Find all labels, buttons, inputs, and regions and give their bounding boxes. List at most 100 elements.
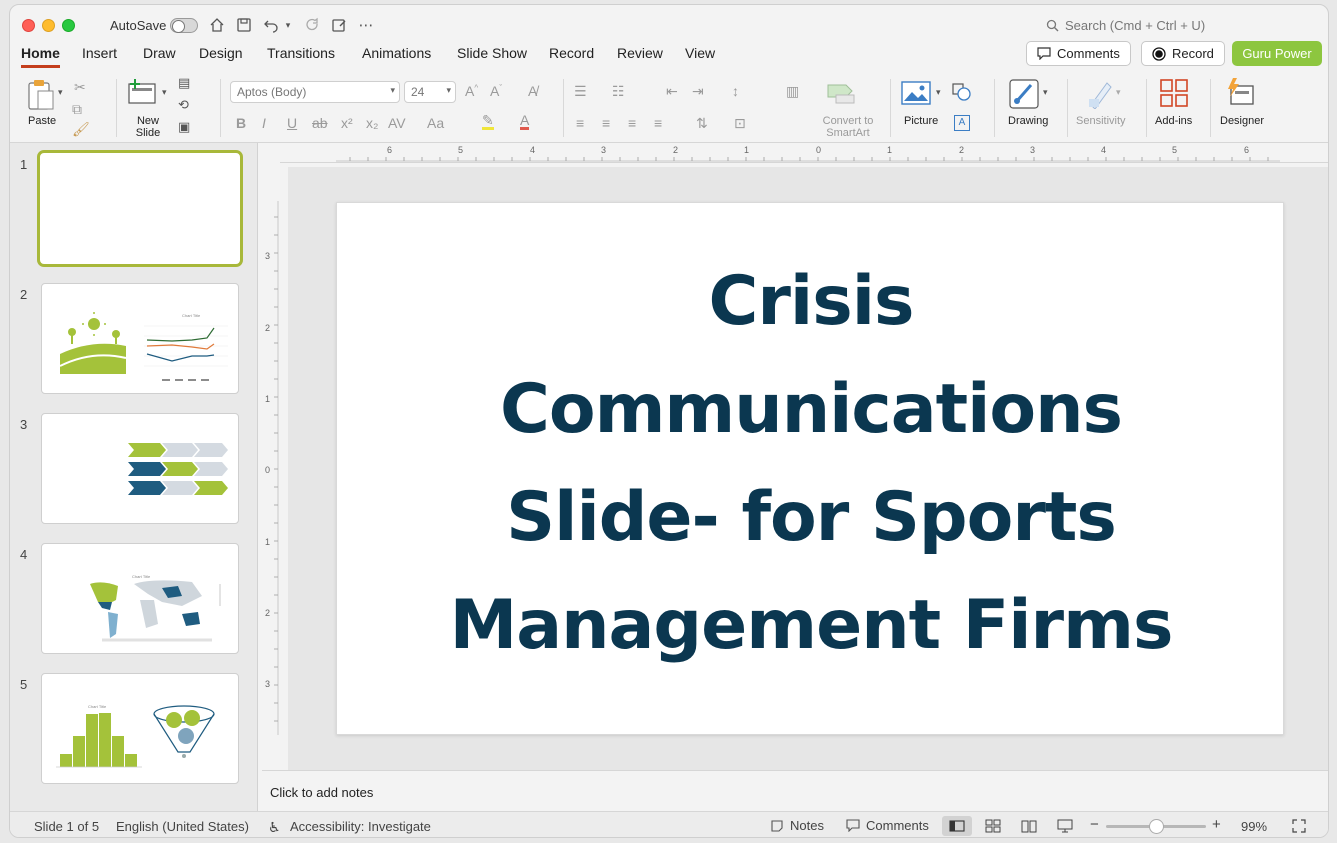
slide-show-view-button[interactable] bbox=[1050, 816, 1080, 836]
shapes-icon[interactable] bbox=[952, 83, 972, 104]
tab-design[interactable]: Design bbox=[199, 45, 243, 65]
slide-title[interactable]: Crisis Communications Slide- for Sports … bbox=[427, 248, 1195, 680]
section-icon[interactable]: ▣ bbox=[178, 119, 190, 135]
align-center-icon[interactable]: ≡ bbox=[602, 115, 610, 131]
more-options-icon[interactable]: ⋯ bbox=[356, 15, 376, 35]
drawing-dropdown-chevron-icon[interactable]: ▾ bbox=[1043, 87, 1048, 98]
normal-view-button[interactable] bbox=[942, 816, 972, 836]
tab-review[interactable]: Review bbox=[617, 45, 663, 65]
clear-formatting-icon[interactable]: A̸ bbox=[528, 83, 537, 99]
quick-save-icon[interactable] bbox=[329, 15, 349, 35]
numbering-icon[interactable]: ☷ bbox=[612, 83, 625, 100]
tab-record[interactable]: Record bbox=[549, 45, 594, 65]
undo-icon[interactable] bbox=[261, 15, 281, 35]
slide-thumbnail-4[interactable]: Chart Title bbox=[41, 543, 239, 654]
decrease-indent-icon[interactable]: ⇤ bbox=[666, 83, 678, 100]
layout-icon[interactable]: ▤ bbox=[178, 75, 190, 91]
align-left-icon[interactable]: ≡ bbox=[576, 115, 584, 131]
add-ins-icon[interactable] bbox=[1160, 79, 1188, 110]
accessibility-status[interactable]: Accessibility: Investigate bbox=[290, 819, 431, 834]
character-spacing-icon[interactable]: AV bbox=[388, 115, 406, 131]
text-box-icon[interactable]: A bbox=[954, 115, 970, 131]
slide-thumbnail-2[interactable]: Chart Title bbox=[41, 283, 239, 394]
notes-toggle-button[interactable]: Notes bbox=[770, 818, 824, 833]
underline-icon[interactable]: U bbox=[287, 115, 297, 131]
columns-icon[interactable]: ▥ bbox=[786, 83, 799, 100]
sensitivity-dropdown-chevron-icon[interactable]: ▾ bbox=[1116, 87, 1121, 98]
tab-animations[interactable]: Animations bbox=[362, 45, 431, 65]
slide-thumbnail-1[interactable] bbox=[37, 150, 243, 267]
strikethrough-icon[interactable]: ab bbox=[312, 115, 328, 131]
font-color-icon[interactable]: A bbox=[520, 113, 530, 130]
zoom-out-icon[interactable]: − bbox=[1090, 816, 1099, 833]
zoom-in-icon[interactable]: + bbox=[1212, 816, 1221, 833]
justify-icon[interactable]: ≡ bbox=[654, 115, 662, 131]
tab-home[interactable]: Home bbox=[21, 45, 60, 68]
align-text-icon[interactable]: ⊡ bbox=[734, 115, 746, 132]
highlight-color-icon[interactable]: ✎ bbox=[482, 113, 494, 130]
autosave-toggle[interactable] bbox=[170, 18, 198, 33]
sensitivity-icon[interactable] bbox=[1087, 79, 1113, 112]
cut-icon[interactable]: ✂ bbox=[74, 79, 86, 96]
close-window-button[interactable] bbox=[22, 19, 35, 32]
slide-sorter-view-button[interactable] bbox=[978, 816, 1008, 836]
picture-icon[interactable] bbox=[901, 81, 931, 108]
change-case-icon[interactable]: Aa bbox=[427, 115, 444, 131]
notes-pane[interactable]: Click to add notes bbox=[262, 770, 1328, 810]
new-slide-dropdown-chevron-icon[interactable]: ▾ bbox=[162, 87, 167, 98]
paste-icon[interactable] bbox=[26, 79, 56, 114]
tab-slide-show[interactable]: Slide Show bbox=[457, 45, 527, 65]
title-bar: AutoSave ▾ ⋯ Search (Cmd + Ctrl + U) bbox=[10, 5, 1328, 45]
undo-dropdown-chevron-icon[interactable]: ▾ bbox=[282, 15, 294, 35]
smartart-icon[interactable] bbox=[826, 81, 856, 108]
record-button[interactable]: Record bbox=[1141, 41, 1225, 66]
subscript-icon[interactable]: x₂ bbox=[366, 115, 378, 131]
picture-dropdown-chevron-icon[interactable]: ▾ bbox=[936, 87, 941, 98]
reading-view-button[interactable] bbox=[1014, 816, 1044, 836]
redo-icon[interactable] bbox=[302, 15, 322, 35]
comments-toggle-button[interactable]: Comments bbox=[846, 818, 929, 833]
italic-icon[interactable]: I bbox=[262, 115, 266, 131]
align-right-icon[interactable]: ≡ bbox=[628, 115, 636, 131]
paste-dropdown-chevron-icon[interactable]: ▾ bbox=[58, 87, 63, 98]
bullets-icon[interactable]: ☰ bbox=[574, 83, 587, 100]
search-box[interactable]: Search (Cmd + Ctrl + U) bbox=[1046, 18, 1205, 33]
guru-power-button[interactable]: Guru Power bbox=[1232, 41, 1322, 66]
designer-icon[interactable] bbox=[1225, 77, 1255, 110]
copy-icon[interactable]: ⧉ bbox=[72, 101, 82, 118]
current-slide[interactable]: Crisis Communications Slide- for Sports … bbox=[336, 202, 1284, 735]
bold-icon[interactable]: B bbox=[236, 115, 246, 131]
line-spacing-icon[interactable]: ↕ bbox=[732, 83, 739, 99]
superscript-icon[interactable]: x² bbox=[341, 115, 353, 131]
slide-thumbnail-3[interactable] bbox=[41, 413, 239, 524]
fit-to-window-icon[interactable] bbox=[1292, 819, 1306, 836]
tab-draw[interactable]: Draw bbox=[143, 45, 176, 65]
slide-thumbnail-pane[interactable]: 1 2 Chart Title 3 4 Chart Title 5 Chart … bbox=[10, 143, 258, 811]
reading-view-icon bbox=[1021, 820, 1037, 833]
accessibility-icon[interactable]: ♿ bbox=[268, 819, 281, 836]
font-size-select[interactable]: 24 ▾ bbox=[404, 81, 456, 103]
new-slide-icon[interactable] bbox=[127, 79, 157, 108]
drawing-icon[interactable] bbox=[1009, 79, 1039, 112]
format-painter-icon[interactable]: 🖌 bbox=[72, 121, 90, 138]
comments-button[interactable]: Comments bbox=[1026, 41, 1131, 66]
maximize-window-button[interactable] bbox=[62, 19, 75, 32]
tab-insert[interactable]: Insert bbox=[82, 45, 117, 65]
increase-font-size-icon[interactable]: A^ bbox=[465, 83, 478, 99]
reset-slide-icon[interactable]: ⟲ bbox=[178, 97, 189, 113]
zoom-slider-handle[interactable] bbox=[1149, 819, 1164, 834]
language-status[interactable]: English (United States) bbox=[116, 819, 249, 834]
font-name-select[interactable]: Aptos (Body) ▾ bbox=[230, 81, 400, 103]
slide-thumbnail-5[interactable]: Chart Title bbox=[41, 673, 239, 784]
zoom-level[interactable]: 99% bbox=[1241, 819, 1267, 834]
save-icon[interactable] bbox=[234, 15, 254, 35]
home-icon[interactable] bbox=[207, 15, 227, 35]
tab-transitions[interactable]: Transitions bbox=[267, 45, 335, 65]
text-direction-icon[interactable]: ⇅ bbox=[696, 115, 708, 132]
decrease-font-size-icon[interactable]: Aˇ bbox=[490, 83, 502, 99]
horizontal-ruler[interactable]: 6 5 4 3 2 1 0 1 2 3 4 5 6 bbox=[280, 143, 1328, 163]
increase-indent-icon[interactable]: ⇥ bbox=[692, 83, 704, 100]
minimize-window-button[interactable] bbox=[42, 19, 55, 32]
vertical-ruler[interactable]: 3 2 1 0 1 2 3 bbox=[262, 165, 280, 770]
tab-view[interactable]: View bbox=[685, 45, 715, 65]
